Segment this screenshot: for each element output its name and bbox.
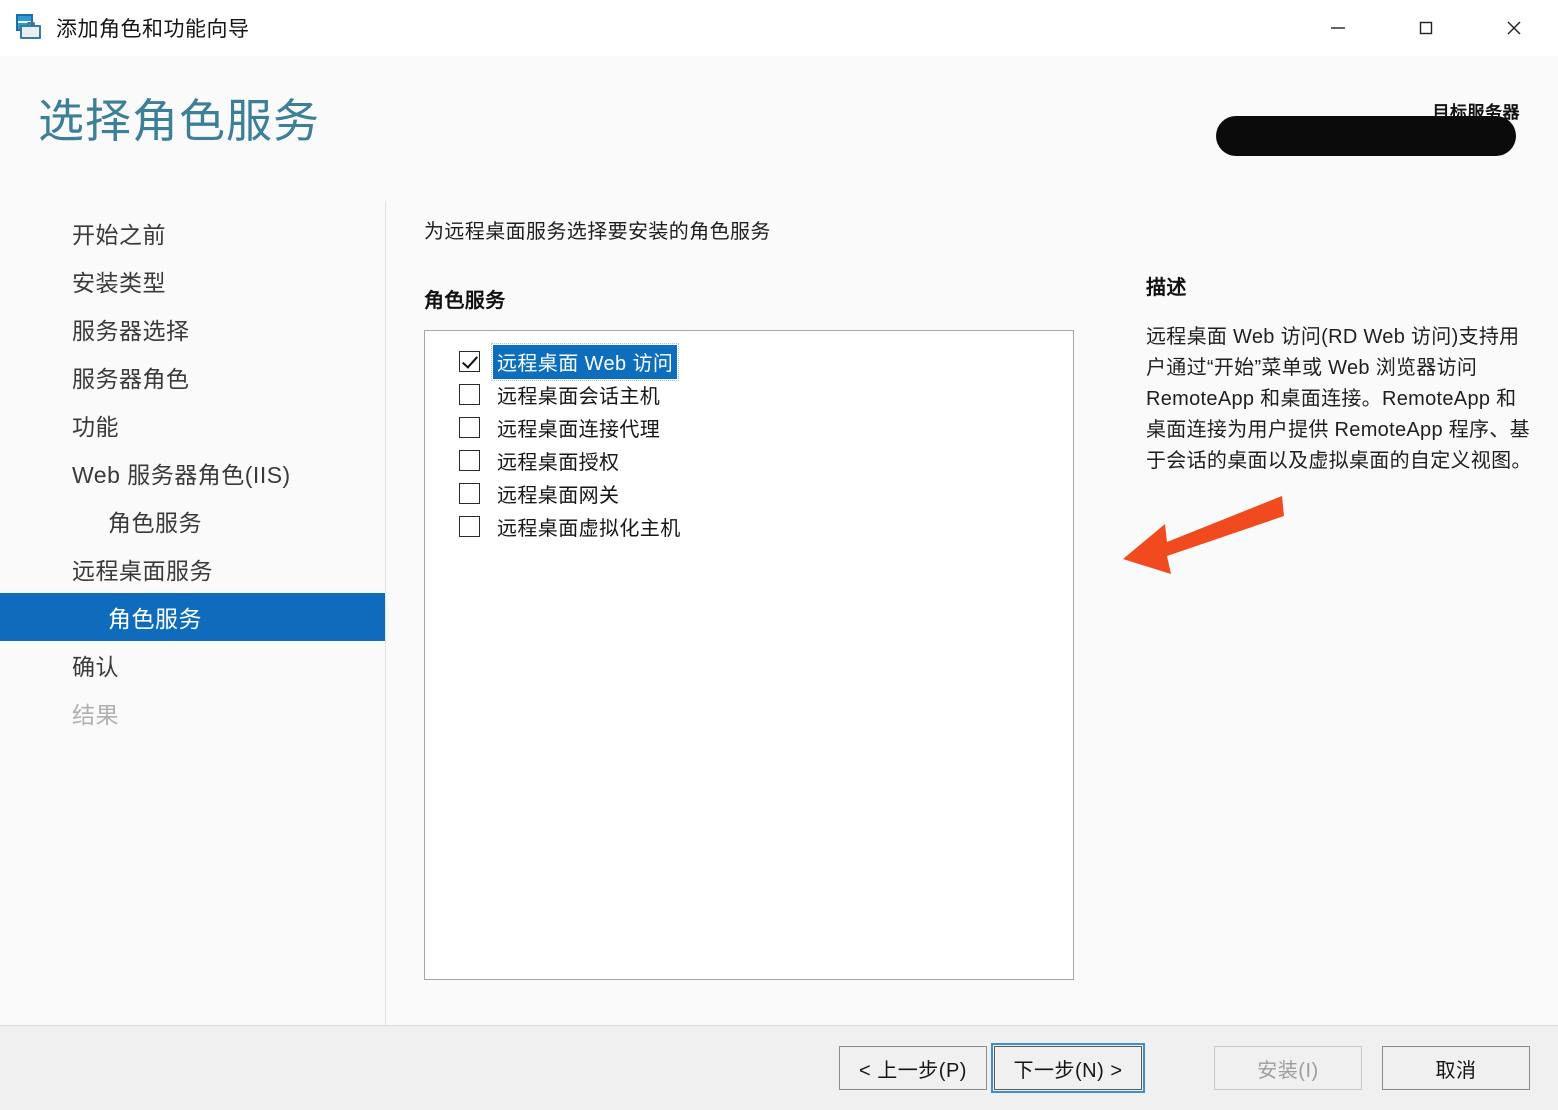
sidebar-item-label: 角色服务 bbox=[108, 606, 202, 632]
sidebar-item-label: 确认 bbox=[72, 654, 119, 680]
role-services-heading: 角色服务 bbox=[424, 290, 506, 312]
sidebar-item-features[interactable]: 功能 bbox=[0, 401, 385, 449]
sidebar-item-results: 结果 bbox=[0, 689, 385, 737]
page-title: 选择角色服务 bbox=[38, 95, 320, 147]
sidebar-item-confirmation[interactable]: 确认 bbox=[0, 641, 385, 689]
sidebar-item-label: 功能 bbox=[72, 414, 119, 440]
checkbox-icon[interactable] bbox=[459, 351, 480, 372]
role-service-label: 远程桌面网关 bbox=[497, 484, 620, 507]
role-service-label: 远程桌面会话主机 bbox=[497, 385, 661, 408]
role-service-row-rd-session-host[interactable]: 远程桌面会话主机 bbox=[459, 378, 1073, 411]
next-button[interactable]: 下一步(N) > bbox=[991, 1043, 1145, 1093]
checkbox-icon[interactable] bbox=[459, 384, 480, 405]
checkbox-icon[interactable] bbox=[459, 516, 480, 537]
instruction-text: 为远程桌面服务选择要安装的角色服务 bbox=[424, 221, 771, 243]
server-toolbox-icon bbox=[14, 13, 44, 43]
checkbox-icon[interactable] bbox=[459, 450, 480, 471]
sidebar-item-iis-role-services[interactable]: 角色服务 bbox=[0, 497, 385, 545]
sidebar-item-web-server-role-iis[interactable]: Web 服务器角色(IIS) bbox=[0, 449, 385, 497]
main-content: 为远程桌面服务选择要安装的角色服务 角色服务 远程桌面 Web 访问 远程桌面会… bbox=[386, 201, 1558, 1025]
sidebar-item-label: 结果 bbox=[72, 702, 119, 728]
sidebar-item-label: 服务器角色 bbox=[72, 366, 190, 392]
role-service-label: 远程桌面虚拟化主机 bbox=[497, 517, 681, 540]
add-roles-wizard-window: 添加角色和功能向导 选择角色服务 目标服务器 开始之前 安装类型 服务器选择 服… bbox=[0, 0, 1558, 1110]
checkbox-icon[interactable] bbox=[459, 483, 480, 504]
window-title: 添加角色和功能向导 bbox=[56, 18, 250, 41]
role-service-row-rd-licensing[interactable]: 远程桌面授权 bbox=[459, 444, 1073, 477]
role-services-pane: 为远程桌面服务选择要安装的角色服务 角色服务 远程桌面 Web 访问 远程桌面会… bbox=[424, 215, 1114, 1025]
cancel-button[interactable]: 取消 bbox=[1382, 1046, 1530, 1090]
close-icon[interactable] bbox=[1470, 0, 1558, 56]
sidebar-item-label: 角色服务 bbox=[108, 510, 202, 536]
role-service-row-rd-web-access[interactable]: 远程桌面 Web 访问 bbox=[459, 342, 1073, 381]
sidebar-item-server-selection[interactable]: 服务器选择 bbox=[0, 305, 385, 353]
sidebar-item-rds-role-services[interactable]: 角色服务 bbox=[0, 593, 385, 641]
sidebar-item-label: 开始之前 bbox=[72, 222, 166, 248]
page-header: 选择角色服务 目标服务器 bbox=[0, 56, 1558, 201]
sidebar-item-label: 安装类型 bbox=[72, 270, 166, 296]
sidebar-item-server-roles[interactable]: 服务器角色 bbox=[0, 353, 385, 401]
sidebar-item-before-you-begin[interactable]: 开始之前 bbox=[0, 209, 385, 257]
checkbox-icon[interactable] bbox=[459, 417, 480, 438]
role-service-label: 远程桌面连接代理 bbox=[497, 418, 661, 441]
role-service-row-rd-connection-broker[interactable]: 远程桌面连接代理 bbox=[459, 411, 1073, 444]
description-pane: 描述 远程桌面 Web 访问(RD Web 访问)支持用户通过“开始”菜单或 W… bbox=[1114, 215, 1534, 1025]
role-service-label: 远程桌面授权 bbox=[497, 451, 620, 474]
role-services-listbox[interactable]: 远程桌面 Web 访问 远程桌面会话主机 远程桌面连接代理 远程桌面授权 远程桌… bbox=[424, 330, 1074, 980]
sidebar-item-label: 服务器选择 bbox=[72, 318, 190, 344]
wizard-steps-sidebar: 开始之前 安装类型 服务器选择 服务器角色 功能 Web 服务器角色(IIS) … bbox=[0, 201, 386, 1025]
wizard-body: 开始之前 安装类型 服务器选择 服务器角色 功能 Web 服务器角色(IIS) … bbox=[0, 201, 1558, 1025]
redaction-bar bbox=[1216, 116, 1516, 156]
description-heading: 描述 bbox=[1146, 277, 1187, 299]
sidebar-item-label: 远程桌面服务 bbox=[72, 558, 213, 584]
minimize-icon[interactable] bbox=[1294, 0, 1382, 56]
maximize-icon[interactable] bbox=[1382, 0, 1470, 56]
sidebar-item-remote-desktop-services[interactable]: 远程桌面服务 bbox=[0, 545, 385, 593]
sidebar-item-label: Web 服务器角色(IIS) bbox=[72, 462, 291, 488]
role-service-row-rd-virtualization-host[interactable]: 远程桌面虚拟化主机 bbox=[459, 510, 1073, 543]
sidebar-item-installation-type[interactable]: 安装类型 bbox=[0, 257, 385, 305]
role-service-row-rd-gateway[interactable]: 远程桌面网关 bbox=[459, 477, 1073, 510]
window-controls bbox=[1294, 0, 1558, 56]
role-service-label: 远程桌面 Web 访问 bbox=[490, 342, 680, 381]
install-button: 安装(I) bbox=[1214, 1046, 1362, 1090]
previous-button[interactable]: < 上一步(P) bbox=[839, 1046, 987, 1090]
description-text: 远程桌面 Web 访问(RD Web 访问)支持用户通过“开始”菜单或 Web … bbox=[1146, 326, 1532, 472]
title-bar: 添加角色和功能向导 bbox=[0, 0, 1558, 56]
target-server-block: 目标服务器 bbox=[1198, 98, 1528, 156]
wizard-footer: < 上一步(P) 下一步(N) > 安装(I) 取消 bbox=[0, 1025, 1558, 1110]
